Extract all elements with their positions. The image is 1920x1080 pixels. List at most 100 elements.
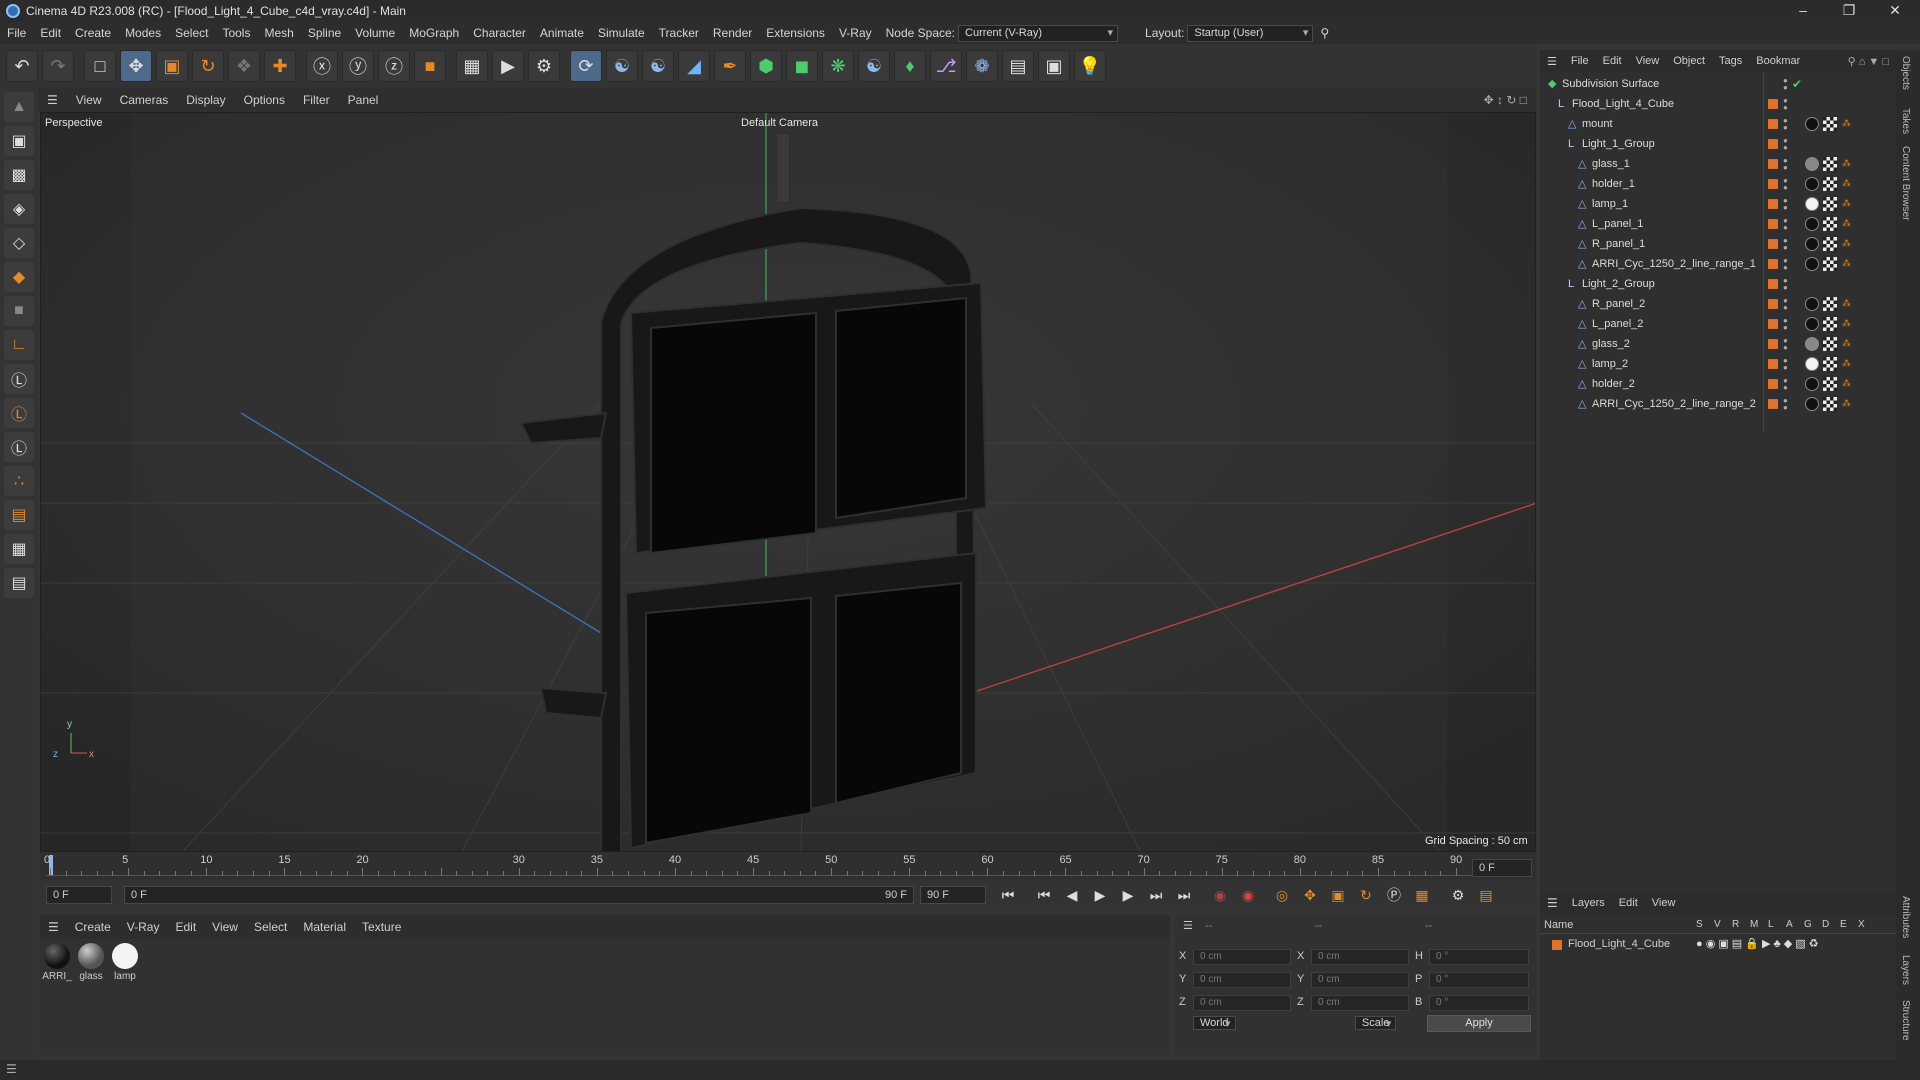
polygon-object-icon[interactable]: △ [1568,118,1578,130]
next-key-icon[interactable]: ⏭ [1144,883,1168,907]
menu-file[interactable]: File [0,26,33,40]
menu-create[interactable]: Create [68,26,118,40]
material-menu-texture[interactable]: Texture [354,920,409,934]
object-row[interactable]: ◆ Subdivision Surface ● ● ✔ [1540,74,1896,94]
subdivision-icon[interactable]: ◆ [1548,78,1558,90]
y-axis-lock-icon[interactable]: ⓨ [342,50,374,82]
object-name[interactable]: mount [1582,114,1613,134]
object-name[interactable]: lamp_2 [1592,354,1628,374]
object-name[interactable]: glass_2 [1592,334,1630,354]
layers-hamburger-icon[interactable]: ☰ [1540,896,1565,910]
python-script-3-icon[interactable]: ☯ [858,50,890,82]
material-tag-icon[interactable] [1805,257,1819,271]
vray-tag-icon[interactable]: ⁂ [1842,298,1852,308]
texture-tag-icon[interactable] [1823,357,1837,371]
menu-animate[interactable]: Animate [533,26,591,40]
texture-tag-icon[interactable] [1823,157,1837,171]
visibility-dots-icon[interactable]: ● ● [1783,337,1788,352]
layer-column-header[interactable]: X [1858,919,1865,930]
vray-tag-icon[interactable]: ⁂ [1842,238,1852,248]
menu-simulate[interactable]: Simulate [591,26,652,40]
material-tag-icon[interactable] [1805,197,1819,211]
keyframe-selection-icon[interactable]: ◎ [1270,883,1294,907]
snap-icon[interactable]: Ⓛ [4,364,34,394]
layer-column-header[interactable]: L [1768,919,1774,930]
object-row[interactable]: △ glass_1 ● ● ⁂ [1540,154,1896,174]
texture-mode-icon[interactable]: ▩ [4,160,34,190]
cloner-icon[interactable]: ❋ [822,50,854,82]
layer-color-tag[interactable] [1768,219,1778,229]
layer-column-header[interactable]: M [1750,919,1758,930]
layer-color-tag[interactable] [1768,279,1778,289]
object-row[interactable]: L Light_1_Group ● ● [1540,134,1896,154]
layer-color-tag[interactable] [1768,379,1778,389]
record-icon[interactable]: ◉ [1208,883,1232,907]
scale-tool-icon[interactable]: ▣ [156,50,188,82]
redo-icon[interactable]: ↷ [42,50,74,82]
minimize-button[interactable]: – [1780,0,1826,22]
perspective-viewport[interactable]: z y x Perspective Default Camera Grid Spac… [40,112,1536,852]
polygon-object-icon[interactable]: △ [1578,178,1588,190]
visibility-dots-icon[interactable]: ● ● [1783,217,1788,232]
obj-search-icon[interactable]: ⚲ ⌂ ▼ □ [1841,55,1896,68]
polygon-object-icon[interactable]: △ [1578,158,1588,170]
render-picture-viewer-icon[interactable]: ▶ [492,50,524,82]
object-row[interactable]: △ ARRI_Cyc_1250_2_line_range_2 ● ● ⁂ [1540,394,1896,414]
node-space-dropdown[interactable]: Current (V-Ray) [958,24,1119,42]
viewport-menu-display[interactable]: Display [177,93,234,107]
polygon-object-icon[interactable]: △ [1578,238,1588,250]
coordinate-system-icon[interactable]: ■ [414,50,446,82]
obj-menu-object[interactable]: Object [1666,55,1712,67]
viewport-menu-view[interactable]: View [67,93,111,107]
apply-button[interactable]: Apply [1427,1015,1531,1032]
visibility-dots-icon[interactable]: ● ● [1783,97,1788,112]
render-view-icon[interactable]: ▦ [456,50,488,82]
obj-menu-edit[interactable]: Edit [1596,55,1629,67]
pos-x-field[interactable]: 0 cm [1193,949,1291,965]
texture-tag-icon[interactable] [1823,397,1837,411]
visibility-dots-icon[interactable]: ● ● [1783,157,1788,172]
menu-modes[interactable]: Modes [118,26,168,40]
visibility-dots-icon[interactable]: ● ● [1783,397,1788,412]
camera-object-icon[interactable]: ▣ [1038,50,1070,82]
live-selection-icon[interactable]: □ [84,50,116,82]
menu-tracker[interactable]: Tracker [652,26,706,40]
polygons-mode-icon[interactable]: ◆ [4,262,34,292]
visibility-dots-icon[interactable]: ● ● [1783,357,1788,372]
obj-menu-tags[interactable]: Tags [1712,55,1749,67]
texture-tag-icon[interactable] [1823,337,1837,351]
material-tag-icon[interactable] [1805,297,1819,311]
menu-mograph[interactable]: MoGraph [402,26,466,40]
material-tag-icon[interactable] [1805,377,1819,391]
material-tag-icon[interactable] [1805,357,1819,371]
object-row[interactable]: △ holder_1 ● ● ⁂ [1540,174,1896,194]
layer-menu-layers[interactable]: Layers [1565,897,1612,909]
object-row[interactable]: △ R_panel_1 ● ● ⁂ [1540,234,1896,254]
null-object-icon[interactable]: L [1568,278,1578,290]
polygon-object-icon[interactable]: △ [1578,338,1588,350]
vray-tag-icon[interactable]: ⁂ [1842,358,1852,368]
vray-tag-icon[interactable]: ⁂ [1842,318,1852,328]
layer-column-header[interactable]: D [1822,919,1829,930]
close-button[interactable]: ✕ [1872,0,1918,22]
edges-mode-icon[interactable]: ◇ [4,228,34,258]
floor-object-icon[interactable]: ▤ [1002,50,1034,82]
cube-object-icon[interactable]: ◢ [678,50,710,82]
material-tag-icon[interactable] [1805,117,1819,131]
tab-attributes[interactable]: Attributes [1900,896,1911,938]
viewport-menu-cameras[interactable]: Cameras [111,93,178,107]
polygon-object-icon[interactable]: △ [1578,378,1588,390]
snap-3d-icon[interactable]: Ⓛ [4,432,34,462]
size-y-field[interactable]: 0 cm [1311,972,1409,988]
uv-mode-icon[interactable]: ■ [4,296,34,326]
material-menu-view[interactable]: View [204,920,246,934]
object-name[interactable]: ARRI_Cyc_1250_2_line_range_1 [1592,254,1756,274]
rot-h-field[interactable]: 0 ° [1429,949,1529,965]
layout-dropdown[interactable]: Startup (User) [1187,24,1314,42]
layer-menu-view[interactable]: View [1645,897,1683,909]
current-frame-field[interactable]: 0 F [46,886,112,904]
coords-hamburger-icon[interactable]: ☰ [1183,919,1193,932]
object-row[interactable]: △ L_panel_2 ● ● ⁂ [1540,314,1896,334]
material-menu-select[interactable]: Select [246,920,295,934]
layer-color-tag[interactable] [1768,359,1778,369]
